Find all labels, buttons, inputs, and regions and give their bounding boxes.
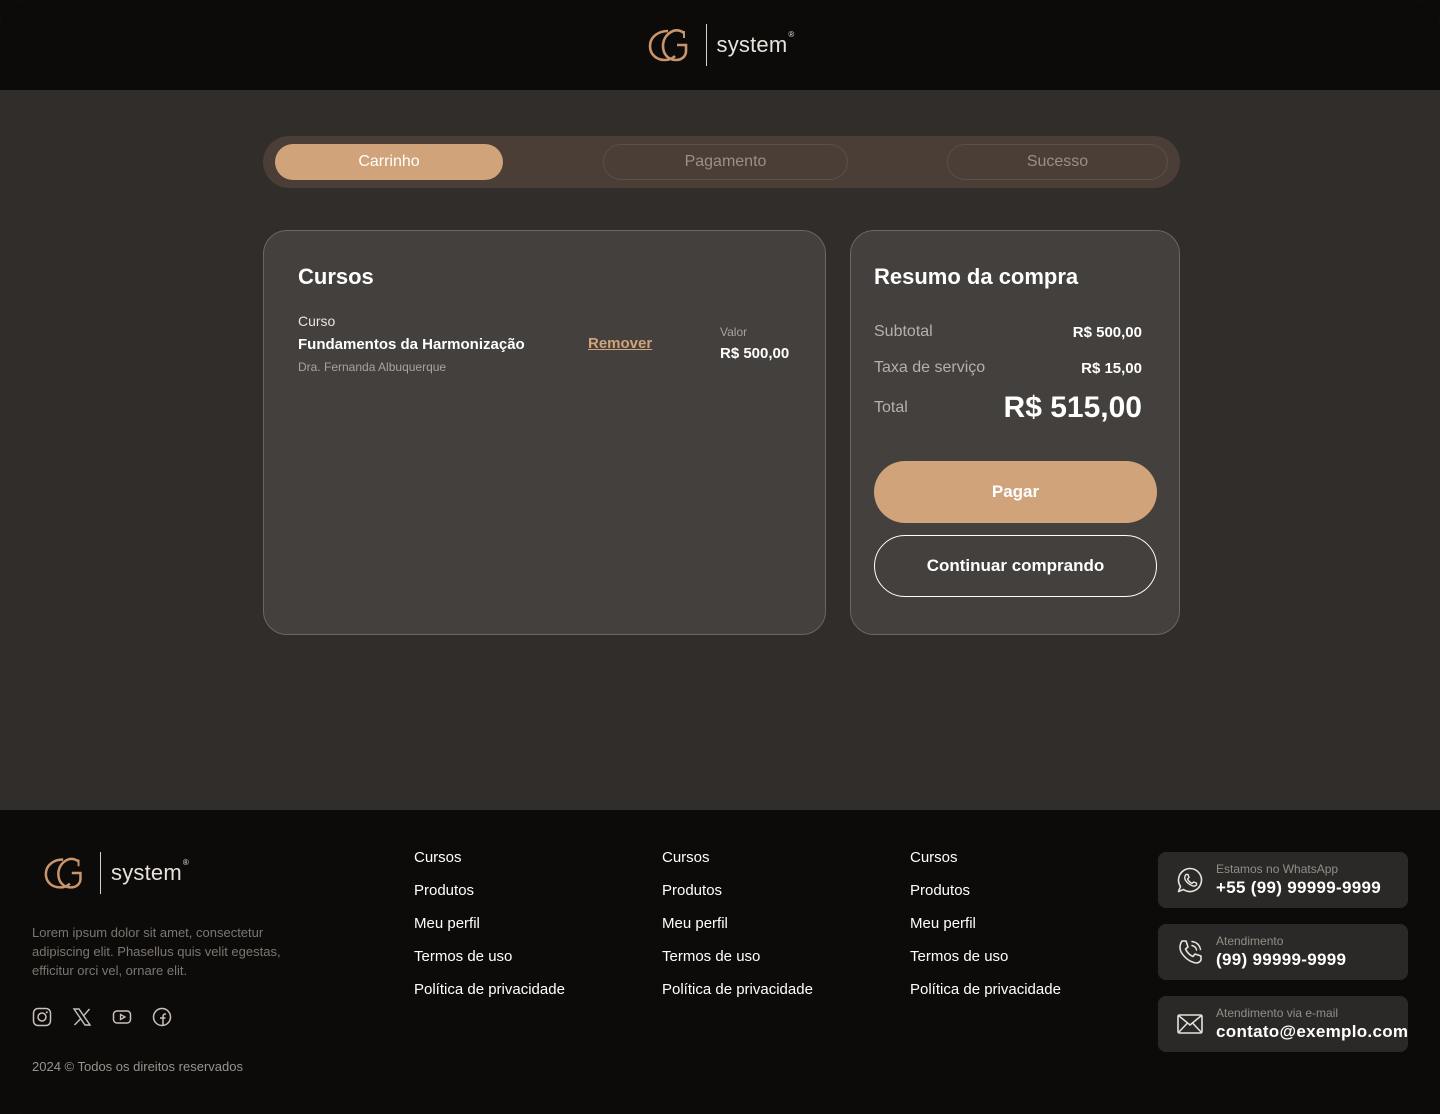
step-pagamento[interactable]: Pagamento bbox=[603, 144, 848, 180]
footer-link-produtos[interactable]: Produtos bbox=[414, 881, 565, 914]
pay-button[interactable]: Pagar bbox=[874, 461, 1157, 523]
course-value: R$ 500,00 bbox=[720, 345, 790, 362]
footer-links-column-2: Cursos Produtos Meu perfil Termos de uso… bbox=[662, 848, 813, 1013]
footer-link-meu-perfil[interactable]: Meu perfil bbox=[910, 914, 1061, 947]
cart-title: Cursos bbox=[298, 264, 374, 289]
checkout-page: system® Carrinho Pagamento Sucesso Curso… bbox=[0, 0, 1440, 1114]
footer-link-termos[interactable]: Termos de uso bbox=[662, 947, 813, 980]
course-name: Fundamentos da Harmonização bbox=[298, 336, 525, 353]
footer-link-meu-perfil[interactable]: Meu perfil bbox=[414, 914, 565, 947]
contact-label: Estamos no WhatsApp bbox=[1216, 862, 1339, 876]
x-twitter-icon[interactable] bbox=[72, 1007, 92, 1027]
logo-wordmark: system® bbox=[111, 858, 189, 885]
contact-whatsapp[interactable]: Estamos no WhatsApp +55 (99) 99999-9999 bbox=[1158, 852, 1408, 908]
contact-label: Atendimento via e-mail bbox=[1216, 1006, 1339, 1020]
social-links bbox=[32, 1007, 172, 1027]
footer-links-column-3: Cursos Produtos Meu perfil Termos de uso… bbox=[910, 848, 1061, 1013]
footer-logo[interactable]: system® bbox=[42, 852, 189, 894]
whatsapp-icon bbox=[1177, 867, 1203, 893]
footer-description: Lorem ipsum dolor sit amet, consectetur … bbox=[32, 925, 281, 978]
contact-phone[interactable]: Atendimento (99) 99999-9999 bbox=[1158, 924, 1408, 980]
page-footer: system® Lorem ipsum dolor sit amet, cons… bbox=[0, 810, 1440, 1114]
footer-link-produtos[interactable]: Produtos bbox=[662, 881, 813, 914]
checkout-stepper: Carrinho Pagamento Sucesso bbox=[263, 136, 1180, 188]
course-value-label: Valor bbox=[720, 325, 748, 339]
logo-monogram-icon bbox=[44, 857, 82, 889]
contact-value: +55 (99) 99999-9999 bbox=[1216, 878, 1381, 897]
total-value: R$ 515,00 bbox=[1003, 391, 1142, 424]
top-header: system® bbox=[0, 0, 1440, 90]
phone-icon bbox=[1179, 940, 1202, 964]
summary-title: Resumo da compra bbox=[874, 264, 1079, 289]
copyright-text: 2024 © Todos os direitos reservados bbox=[32, 1059, 243, 1074]
contact-label: Atendimento bbox=[1216, 934, 1284, 948]
instagram-icon[interactable] bbox=[32, 1007, 52, 1027]
mail-icon bbox=[1177, 1014, 1203, 1034]
continue-shopping-button[interactable]: Continuar comprando bbox=[874, 535, 1157, 597]
brand-logo[interactable]: system® bbox=[646, 24, 795, 66]
subtotal-label: Subtotal bbox=[874, 323, 933, 340]
footer-link-privacidade[interactable]: Política de privacidade bbox=[662, 980, 813, 1013]
service-fee-value: R$ 15,00 bbox=[1081, 360, 1142, 377]
contact-email[interactable]: Atendimento via e-mail contato@exemplo.c… bbox=[1158, 996, 1408, 1052]
step-sucesso[interactable]: Sucesso bbox=[947, 144, 1168, 180]
footer-link-privacidade[interactable]: Política de privacidade bbox=[414, 980, 565, 1013]
remove-item-link[interactable]: Remover bbox=[588, 335, 652, 352]
summary-card: Resumo da compra Subtotal R$ 500,00 Taxa… bbox=[850, 230, 1180, 635]
subtotal-value: R$ 500,00 bbox=[1072, 324, 1142, 341]
logo-divider bbox=[705, 24, 707, 66]
footer-link-cursos[interactable]: Cursos bbox=[662, 848, 813, 881]
contact-value: (99) 99999-9999 bbox=[1216, 950, 1347, 969]
course-author: Dra. Fernanda Albuquerque bbox=[298, 360, 447, 374]
logo-wordmark: system® bbox=[716, 30, 795, 57]
footer-link-termos[interactable]: Termos de uso bbox=[414, 947, 565, 980]
footer-link-privacidade[interactable]: Política de privacidade bbox=[910, 980, 1061, 1013]
service-fee-label: Taxa de serviço bbox=[874, 359, 986, 376]
cart-card: Cursos Curso Fundamentos da Harmonização… bbox=[263, 230, 826, 635]
total-label: Total bbox=[874, 399, 908, 416]
footer-link-cursos[interactable]: Cursos bbox=[910, 848, 1061, 881]
footer-link-cursos[interactable]: Cursos bbox=[414, 848, 565, 881]
youtube-icon[interactable] bbox=[112, 1007, 132, 1027]
footer-links-column-1: Cursos Produtos Meu perfil Termos de uso… bbox=[414, 848, 565, 1013]
footer-link-termos[interactable]: Termos de uso bbox=[910, 947, 1061, 980]
footer-link-produtos[interactable]: Produtos bbox=[910, 881, 1061, 914]
logo-monogram-icon bbox=[648, 29, 687, 62]
logo-divider bbox=[100, 852, 101, 894]
facebook-icon[interactable] bbox=[152, 1007, 172, 1027]
course-type: Curso bbox=[298, 313, 336, 329]
contact-value: contato@exemplo.com bbox=[1216, 1022, 1409, 1041]
step-carrinho[interactable]: Carrinho bbox=[275, 144, 503, 180]
footer-link-meu-perfil[interactable]: Meu perfil bbox=[662, 914, 813, 947]
